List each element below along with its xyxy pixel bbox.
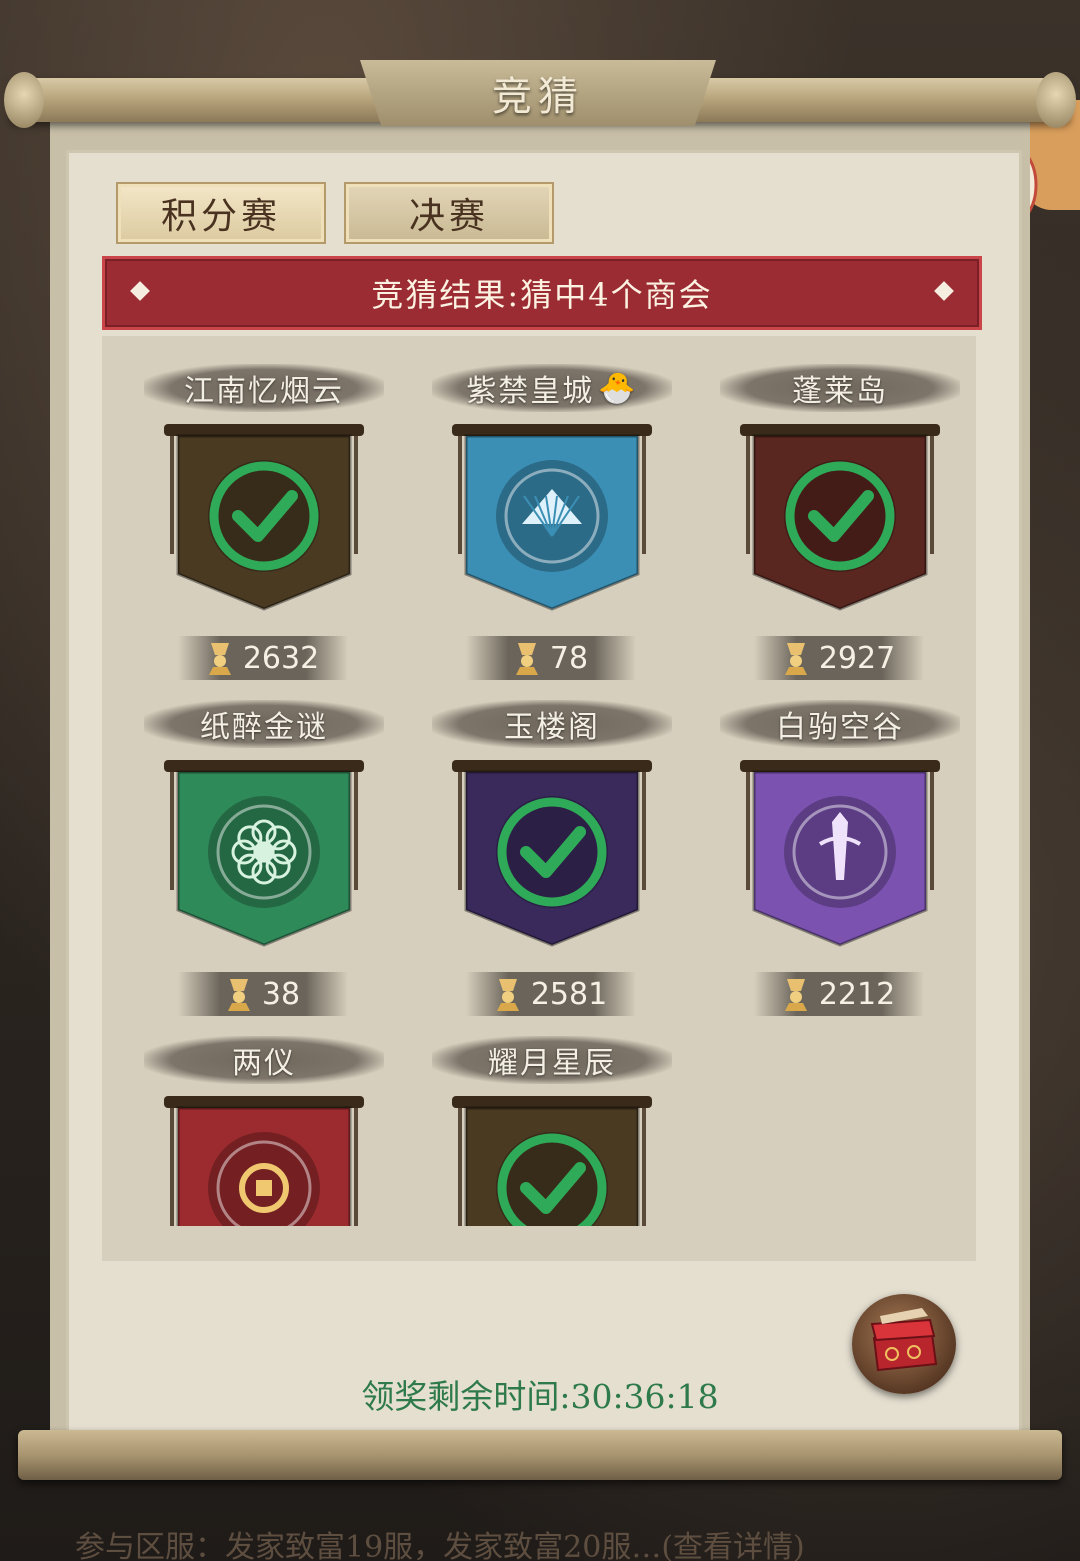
guess-count-bar: 78 [466,636,636,680]
guild-banner [164,1096,364,1226]
guild-name-plate: 江南忆烟云 [144,364,384,412]
guild-card[interactable]: 两仪 [144,1036,404,1366]
guild-name-plate: 两仪 [144,1036,384,1084]
guild-card[interactable]: 耀月星辰 [432,1036,692,1366]
guild-name-plate: 紫禁皇城 🐣 [432,364,672,412]
guild-card[interactable]: 蓬莱岛 2927 [720,364,980,694]
trophy-medal-icon [496,979,519,1011]
guild-name-plate: 蓬莱岛 [720,364,960,412]
guild-name: 纸醉金谜 [200,710,328,745]
guild-name: 江南忆烟云 [184,374,344,409]
guess-count-bar: 2927 [754,636,924,680]
trophy-medal-icon [515,643,538,675]
guild-name: 蓬莱岛 [792,374,888,409]
guild-card[interactable]: 白驹空谷 2212 [720,700,980,1030]
guess-count: 2632 [242,640,320,676]
guess-count-bar: 38 [178,972,348,1016]
guess-count-bar: 2632 [178,636,348,680]
diamond-icon [934,281,954,301]
result-banner: 竞猜结果:猜中4个商会 [102,256,982,330]
guild-card[interactable]: 玉楼阁 2581 [432,700,692,1030]
tab-final[interactable]: 决赛 [344,182,554,244]
trophy-medal-icon [784,643,807,675]
result-text: 竞猜结果:猜中4个商会 [371,276,713,314]
tab-label: 积分赛 [160,196,281,237]
guild-name: 耀月星辰 [488,1046,616,1081]
chick-icon: 🐣 [598,370,638,406]
guild-banner [452,760,652,947]
trophy-medal-icon [784,979,807,1011]
guild-banner [164,424,364,611]
guild-name: 白驹空谷 [776,710,904,745]
trophy-medal-icon [227,979,250,1011]
guess-count-bar: 2581 [466,972,636,1016]
tab-points-race[interactable]: 积分赛 [116,182,326,244]
diamond-icon [130,281,150,301]
treasure-chest-button[interactable] [852,1294,956,1394]
guess-count-bar: 2212 [754,972,924,1016]
title-plate: 竞猜 [360,60,716,126]
guild-banner [164,760,364,947]
guild-card[interactable]: 纸醉金谜 38 [144,700,404,1030]
guild-name: 两仪 [232,1046,296,1081]
guild-card[interactable]: 江南忆烟云 2632 [144,364,404,694]
treasure-chest-icon [870,1308,938,1372]
participating-servers-text[interactable]: 参与区服：发家致富19服，发家致富20服…(查看详情) [75,1522,975,1561]
guild-name-plate: 白驹空谷 [720,700,960,748]
tab-label: 决赛 [408,196,489,237]
guild-banner [740,424,940,611]
guild-name-plate: 纸醉金谜 [144,700,384,748]
guess-count: 2581 [530,976,608,1012]
guild-card[interactable]: 紫禁皇城 🐣 78 [432,364,692,694]
guild-name-plate: 耀月星辰 [432,1036,672,1084]
trophy-medal-icon [208,643,231,675]
guild-banner [452,424,652,611]
guess-count: 38 [261,976,301,1012]
page-title: 竞猜 [492,74,584,120]
guild-name: 紫禁皇城 [466,374,595,409]
scroll-bottom-rod [18,1430,1062,1480]
guild-name: 玉楼阁 [504,710,600,745]
guess-count: 78 [549,640,589,676]
guess-count: 2927 [818,640,896,676]
guild-banner [740,760,940,947]
guild-banner [452,1096,652,1226]
guild-name-plate: 玉楼阁 [432,700,672,748]
guess-count: 2212 [818,976,896,1012]
